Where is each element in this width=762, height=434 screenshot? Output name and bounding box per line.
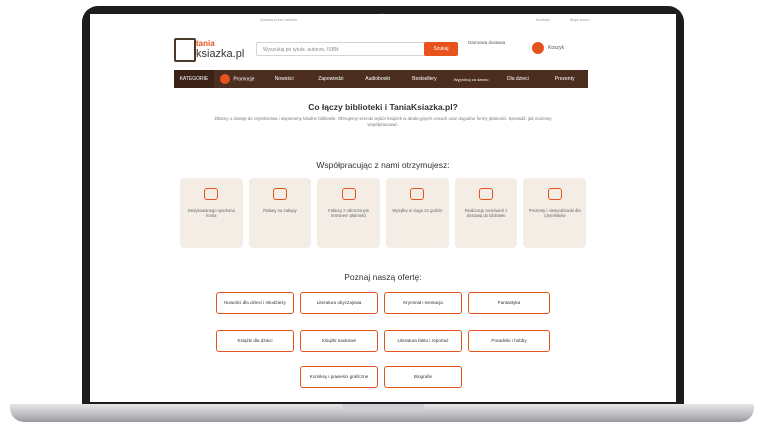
offer-button[interactable]: Biografie: [384, 366, 462, 388]
sale-badge-icon: [220, 74, 231, 84]
benefit-text: Wysyłkę w ciągu 24 godzin: [392, 208, 443, 213]
offer-button[interactable]: Nowości dla dzieci i młodzieży: [216, 292, 294, 314]
benefit-text: Realizację zamówień z dostawą do bibliot…: [464, 208, 508, 219]
clock-icon: [410, 188, 425, 200]
benefit-text: Rabaty na zakupy: [263, 208, 297, 213]
person-icon: [204, 188, 219, 200]
offer-button[interactable]: Komiksy i powieści graficzne: [300, 366, 378, 388]
benefit-text: Faktury z odroczonym terminem płatności: [328, 208, 370, 219]
offer-button[interactable]: Poradniki i hobby: [468, 330, 550, 352]
page-title: Co łączy biblioteki i TaniaKsiazka.pl?: [308, 102, 458, 112]
account-link[interactable]: Moje konto: [570, 17, 590, 22]
nav-free-trial[interactable]: Wypróbuj za darmo: [448, 77, 495, 82]
benefit-tile: Prezenty i niespodzianki dla czytelników: [523, 178, 587, 248]
nav-kids[interactable]: Dla dzieci: [495, 76, 542, 82]
benefit-tile: Faktury z odroczonym terminem płatności: [317, 178, 381, 248]
benefit-tile: Rabaty na zakupy: [248, 178, 312, 248]
base-notch: [342, 404, 424, 410]
top-phone-text[interactable]: Zamów przez telefon: [260, 17, 297, 22]
screen: Zamów przez telefon Kontakt Moje konto t…: [90, 14, 676, 402]
top-bar: Zamów przez telefon Kontakt Moje konto: [90, 14, 676, 24]
gift-icon: [547, 188, 562, 200]
logo-text-top: tania: [196, 39, 215, 48]
building-icon: [479, 188, 494, 200]
site-logo[interactable]: tania ksiazka.pl: [174, 36, 244, 62]
offer-button[interactable]: Książki naukowe: [300, 330, 378, 352]
logo-text-main: ksiazka.pl: [196, 48, 245, 60]
offer-title: Poznaj naszą ofertę:: [344, 272, 422, 282]
book-logo-icon: [174, 38, 196, 62]
benefit-tile: Realizację zamówień z dostawą do bibliot…: [454, 178, 518, 248]
nav-gifts[interactable]: Prezenty: [541, 76, 588, 82]
laptop-base: [10, 404, 754, 422]
delivery-info[interactable]: Darmowa dostawa: [468, 40, 510, 46]
nav-promotions[interactable]: Promocje: [214, 74, 261, 84]
search-button[interactable]: Szukaj: [424, 42, 458, 56]
discount-icon: [273, 188, 287, 200]
benefits-row: Dedykowanego opiekuna konta Rabaty na za…: [180, 178, 587, 248]
nav-promotions-label: Promocje: [233, 76, 255, 83]
offer-button[interactable]: Kryminał i sensacja: [384, 292, 462, 314]
benefits-title: Współpracując z nami otrzymujesz:: [316, 160, 450, 170]
benefit-text: Prezenty i niespodzianki dla czytelników: [528, 208, 581, 219]
nav-new[interactable]: Nowości: [261, 76, 308, 82]
benefit-text: Dedykowanego opiekuna konta: [187, 208, 235, 219]
cart-label[interactable]: Koszyk: [548, 45, 564, 51]
nav-audiobooks[interactable]: Audiobooki: [354, 76, 401, 82]
offer-button[interactable]: Literatura faktu i reportaż: [384, 330, 462, 352]
offer-button[interactable]: Książki dla dzieci: [216, 330, 294, 352]
offer-button[interactable]: Fantastyka: [468, 292, 550, 314]
benefit-tile: Wysyłkę w ciągu 24 godzin: [386, 178, 449, 248]
nav-bestsellers[interactable]: Bestsellery: [401, 76, 448, 82]
cart-icon[interactable]: [532, 42, 544, 54]
offer-button[interactable]: Literatura obyczajowa: [300, 292, 378, 314]
benefit-tile: Dedykowanego opiekuna konta: [180, 178, 243, 248]
intro-text: Dbamy o dostęp do czytelnictwa i wspiera…: [214, 116, 552, 127]
invoice-icon: [341, 188, 356, 200]
contact-link[interactable]: Kontakt: [536, 17, 550, 22]
nav-upcoming[interactable]: Zapowiedzi: [308, 76, 355, 82]
nav-categories[interactable]: KATEGORIE: [174, 70, 214, 88]
main-nav: KATEGORIE Promocje Nowości Zapowiedzi Au…: [174, 70, 588, 88]
